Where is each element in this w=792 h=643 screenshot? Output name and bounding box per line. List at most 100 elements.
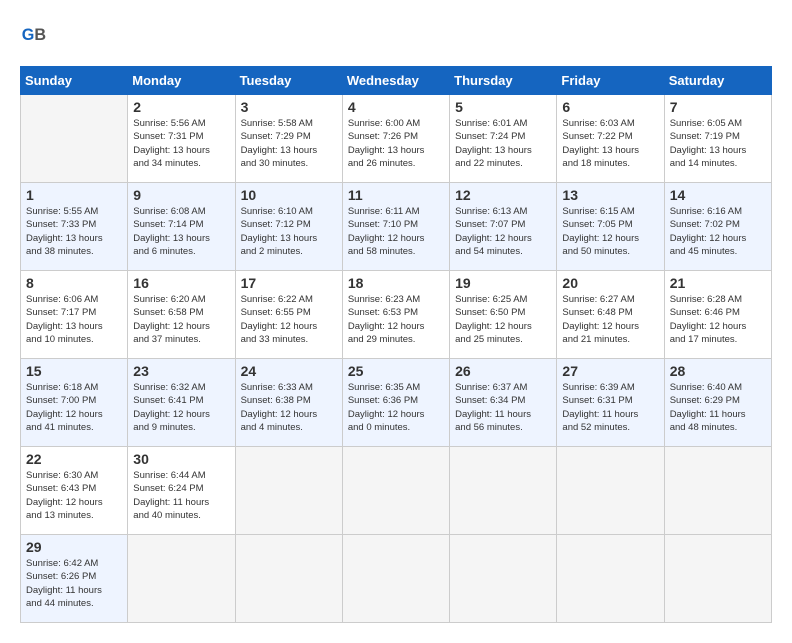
day-info: Sunrise: 6:15 AM Sunset: 7:05 PM Dayligh… [562,205,658,258]
calendar-week-row: 2Sunrise: 5:56 AM Sunset: 7:31 PM Daylig… [21,95,772,183]
day-info: Sunrise: 6:06 AM Sunset: 7:17 PM Dayligh… [26,293,122,346]
calendar-cell: 11 Sunrise: 6:11 AM Sunset: 7:10 PM Dayli… [342,183,449,271]
calendar-cell: 6 Sunrise: 6:03 AM Sunset: 7:22 PM Daylig… [557,95,664,183]
calendar-cell: 28Sunrise: 6:40 AM Sunset: 6:29 PM Dayli… [664,359,771,447]
day-number: 22 [26,451,122,467]
calendar-week-row: 22 Sunrise: 6:30 AM Sunset: 6:43 PM Dayli… [21,447,772,535]
day-number: 23 [133,363,229,379]
calendar-cell [450,535,557,623]
day-info: Sunrise: 6:28 AM Sunset: 6:46 PM Dayligh… [670,293,766,346]
logo-icon: G B [20,20,56,56]
calendar-week-row: 1 Sunrise: 5:55 AM Sunset: 7:33 PM Daylig… [21,183,772,271]
day-number: 8 [26,275,122,291]
day-info: Sunrise: 6:22 AM Sunset: 6:55 PM Dayligh… [241,293,337,346]
calendar-cell: 10 Sunrise: 6:10 AM Sunset: 7:12 PM Dayli… [235,183,342,271]
day-number: 16 [133,275,229,291]
day-number: 21 [670,275,766,291]
calendar-week-row: 8 Sunrise: 6:06 AM Sunset: 7:17 PM Daylig… [21,271,772,359]
day-number: 13 [562,187,658,203]
day-number: 9 [133,187,229,203]
day-number: 20 [562,275,658,291]
calendar-cell [557,535,664,623]
day-number: 4 [348,99,444,115]
calendar-cell: 27Sunrise: 6:39 AM Sunset: 6:31 PM Dayli… [557,359,664,447]
calendar-cell: 18Sunrise: 6:23 AM Sunset: 6:53 PM Dayli… [342,271,449,359]
calendar-week-row: 15 Sunrise: 6:18 AM Sunset: 7:00 PM Dayli… [21,359,772,447]
svg-text:G: G [22,26,35,44]
day-number: 11 [348,187,444,203]
day-info: Sunrise: 6:20 AM Sunset: 6:58 PM Dayligh… [133,293,229,346]
day-info: Sunrise: 6:35 AM Sunset: 6:36 PM Dayligh… [348,381,444,434]
day-info: Sunrise: 6:13 AM Sunset: 7:07 PM Dayligh… [455,205,551,258]
day-number: 29 [26,539,122,555]
calendar-cell: 1 Sunrise: 5:55 AM Sunset: 7:33 PM Daylig… [21,183,128,271]
day-info: Sunrise: 6:44 AM Sunset: 6:24 PM Dayligh… [133,469,229,522]
day-number: 27 [562,363,658,379]
calendar-cell [664,447,771,535]
calendar-cell: 12Sunrise: 6:13 AM Sunset: 7:07 PM Dayli… [450,183,557,271]
day-info: Sunrise: 6:11 AM Sunset: 7:10 PM Dayligh… [348,205,444,258]
calendar-week-row: 29 Sunrise: 6:42 AM Sunset: 6:26 PM Dayli… [21,535,772,623]
day-number: 14 [670,187,766,203]
day-info: Sunrise: 6:30 AM Sunset: 6:43 PM Dayligh… [26,469,122,522]
day-info: Sunrise: 6:05 AM Sunset: 7:19 PM Dayligh… [670,117,766,170]
weekday-header: Sunday [21,67,128,95]
day-number: 10 [241,187,337,203]
calendar-cell: 13 Sunrise: 6:15 AM Sunset: 7:05 PM Dayli… [557,183,664,271]
day-number: 3 [241,99,337,115]
day-info: Sunrise: 6:40 AM Sunset: 6:29 PM Dayligh… [670,381,766,434]
day-info: Sunrise: 6:33 AM Sunset: 6:38 PM Dayligh… [241,381,337,434]
weekday-header: Tuesday [235,67,342,95]
day-info: Sunrise: 6:00 AM Sunset: 7:26 PM Dayligh… [348,117,444,170]
day-info: Sunrise: 5:55 AM Sunset: 7:33 PM Dayligh… [26,205,122,258]
day-number: 24 [241,363,337,379]
calendar-cell [342,447,449,535]
day-info: Sunrise: 6:37 AM Sunset: 6:34 PM Dayligh… [455,381,551,434]
logo: G B [20,20,62,56]
svg-text:B: B [34,26,46,44]
calendar-cell [235,535,342,623]
day-info: Sunrise: 6:03 AM Sunset: 7:22 PM Dayligh… [562,117,658,170]
calendar-cell: 24 Sunrise: 6:33 AM Sunset: 6:38 PM Dayli… [235,359,342,447]
weekday-header: Saturday [664,67,771,95]
weekday-header: Wednesday [342,67,449,95]
day-number: 30 [133,451,229,467]
day-number: 5 [455,99,551,115]
day-number: 18 [348,275,444,291]
calendar-cell: 15 Sunrise: 6:18 AM Sunset: 7:00 PM Dayli… [21,359,128,447]
calendar-cell: 17 Sunrise: 6:22 AM Sunset: 6:55 PM Dayli… [235,271,342,359]
calendar-cell: 7 Sunrise: 6:05 AM Sunset: 7:19 PM Daylig… [664,95,771,183]
day-info: Sunrise: 6:42 AM Sunset: 6:26 PM Dayligh… [26,557,122,610]
weekday-header: Monday [128,67,235,95]
day-number: 2 [133,99,229,115]
day-info: Sunrise: 6:18 AM Sunset: 7:00 PM Dayligh… [26,381,122,434]
day-number: 15 [26,363,122,379]
calendar-table: SundayMondayTuesdayWednesdayThursdayFrid… [20,66,772,623]
calendar-cell [450,447,557,535]
calendar-cell: 25Sunrise: 6:35 AM Sunset: 6:36 PM Dayli… [342,359,449,447]
day-number: 7 [670,99,766,115]
calendar-cell: 16 Sunrise: 6:20 AM Sunset: 6:58 PM Dayli… [128,271,235,359]
weekday-header-row: SundayMondayTuesdayWednesdayThursdayFrid… [21,67,772,95]
calendar-cell [342,535,449,623]
calendar-cell: 4 Sunrise: 6:00 AM Sunset: 7:26 PM Daylig… [342,95,449,183]
day-info: Sunrise: 5:58 AM Sunset: 7:29 PM Dayligh… [241,117,337,170]
day-info: Sunrise: 6:27 AM Sunset: 6:48 PM Dayligh… [562,293,658,346]
calendar-cell: 8 Sunrise: 6:06 AM Sunset: 7:17 PM Daylig… [21,271,128,359]
calendar-cell: 30 Sunrise: 6:44 AM Sunset: 6:24 PM Dayli… [128,447,235,535]
calendar-cell: 9 Sunrise: 6:08 AM Sunset: 7:14 PM Daylig… [128,183,235,271]
day-number: 1 [26,187,122,203]
calendar-cell: 20 Sunrise: 6:27 AM Sunset: 6:48 PM Dayli… [557,271,664,359]
day-number: 6 [562,99,658,115]
day-number: 26 [455,363,551,379]
calendar-cell: 2Sunrise: 5:56 AM Sunset: 7:31 PM Daylig… [128,95,235,183]
calendar-cell: 23Sunrise: 6:32 AM Sunset: 6:41 PM Dayli… [128,359,235,447]
calendar-cell [21,95,128,183]
day-info: Sunrise: 6:01 AM Sunset: 7:24 PM Dayligh… [455,117,551,170]
day-number: 17 [241,275,337,291]
page-header: G B [20,20,772,56]
calendar-cell [235,447,342,535]
day-info: Sunrise: 6:08 AM Sunset: 7:14 PM Dayligh… [133,205,229,258]
day-info: Sunrise: 6:10 AM Sunset: 7:12 PM Dayligh… [241,205,337,258]
calendar-cell [128,535,235,623]
